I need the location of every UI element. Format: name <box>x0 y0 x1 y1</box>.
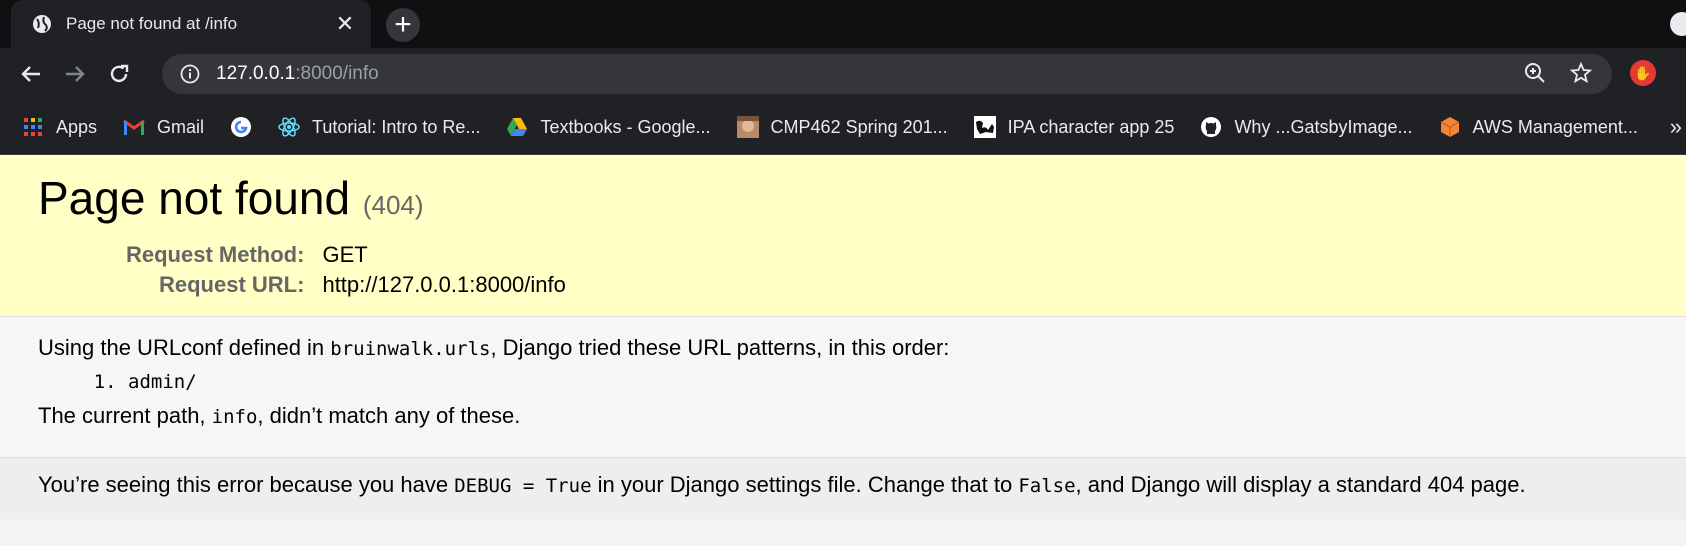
google-drive-icon <box>506 116 528 138</box>
meta-value: GET <box>322 241 368 267</box>
bookmark-label: Tutorial: Intro to Re... <box>312 116 481 137</box>
path-suffix: , didn’t match any of these. <box>257 403 521 428</box>
url-path: :8000/info <box>295 63 379 84</box>
bookmark-label: Textbooks - Google... <box>540 116 711 137</box>
path-prefix: The current path, <box>38 403 212 428</box>
zoom-icon[interactable] <box>1524 62 1546 89</box>
star-icon[interactable] <box>1569 61 1593 89</box>
browser-chrome: Page not found at /info ✕ + 127.0.0.1:80… <box>0 0 1686 155</box>
table-row: Request Method: GET <box>126 240 566 270</box>
bookmark-gatsby[interactable]: Why ...GatsbyImage... <box>1200 116 1413 138</box>
bookmark-textbooks[interactable]: Textbooks - Google... <box>506 116 711 138</box>
omnibox-actions <box>1524 61 1593 89</box>
bookmark-aws[interactable]: AWS Management... <box>1439 116 1638 138</box>
tab-search-button[interactable] <box>1670 12 1686 36</box>
bookmark-react-tutorial[interactable]: Tutorial: Intro to Re... <box>278 116 480 138</box>
back-button[interactable] <box>14 57 48 91</box>
reload-button[interactable] <box>102 57 136 91</box>
bookmark-ipa[interactable]: IPA character app 25 <box>973 116 1175 138</box>
urlconf-suffix: , Django tried these URL patterns, in th… <box>490 335 950 360</box>
bookmarks-bar: Apps Gmail Tutorial: Intro to Re... Text… <box>0 100 1686 155</box>
bookmark-label: Why ...GatsbyImage... <box>1234 116 1413 137</box>
bookmark-label: Apps <box>56 116 98 137</box>
bookmark-gmail[interactable]: Gmail <box>123 116 204 138</box>
debug-code: DEBUG = True <box>454 475 592 497</box>
toolbar: 127.0.0.1:8000/info ✋ <box>0 48 1686 100</box>
bookmark-apps[interactable]: Apps <box>22 116 97 138</box>
debug-suffix: , and Django will display a standard 404… <box>1075 472 1526 497</box>
url-patterns-info: Using the URLconf defined in bruinwalk.u… <box>0 317 1686 458</box>
error-summary: Page not found (404) Request Method: GET… <box>0 155 1686 317</box>
url-pattern-list: admin/ <box>38 371 1648 393</box>
globe-icon <box>32 14 52 34</box>
forward-button[interactable] <box>58 57 92 91</box>
request-meta-table: Request Method: GET Request URL: http://… <box>126 240 566 300</box>
address-bar[interactable]: 127.0.0.1:8000/info <box>162 54 1612 94</box>
bookmark-label: CMP462 Spring 201... <box>770 116 948 137</box>
status-code: (404) <box>362 190 424 220</box>
aws-icon <box>1439 116 1461 138</box>
bookmarks-overflow-button[interactable]: » <box>1670 114 1682 140</box>
tab-title: Page not found at /info <box>66 14 238 33</box>
address-url: 127.0.0.1:8000/info <box>216 63 379 85</box>
debug-false: False <box>1018 475 1076 497</box>
arrow-right-icon <box>66 66 85 82</box>
tab-strip: Page not found at /info ✕ + <box>0 0 1686 48</box>
bookmark-google[interactable] <box>230 116 252 138</box>
meta-label: Request Method: <box>126 241 305 267</box>
path-value: info <box>211 406 258 428</box>
bookmark-cmp462[interactable]: CMP462 Spring 201... <box>736 116 948 138</box>
current-path-line: The current path, info, didn’t match any… <box>38 403 1648 429</box>
new-tab-button[interactable]: + <box>386 8 420 42</box>
reload-icon <box>110 64 129 83</box>
table-row: Request URL: http://127.0.0.1:8000/info <box>126 270 566 300</box>
react-icon <box>278 116 300 138</box>
page-title-text: Page not found <box>38 172 351 224</box>
close-icon[interactable]: ✕ <box>331 10 359 38</box>
arrow-left-icon <box>21 66 40 82</box>
info-icon[interactable] <box>178 62 202 86</box>
github-icon <box>1200 116 1222 138</box>
urlconf-module: bruinwalk.urls <box>330 338 491 360</box>
urlconf-line: Using the URLconf defined in bruinwalk.u… <box>38 335 1648 361</box>
apps-grid-icon <box>22 116 44 138</box>
adblock-extension-icon[interactable]: ✋ <box>1630 60 1656 86</box>
google-icon <box>230 116 252 138</box>
debug-explanation: You’re seeing this error because you hav… <box>0 458 1686 519</box>
list-item: admin/ <box>128 371 1648 393</box>
urlconf-prefix: Using the URLconf defined in <box>38 335 331 360</box>
debug-prefix: You’re seeing this error because you hav… <box>38 472 455 497</box>
bookmark-label: AWS Management... <box>1472 116 1638 137</box>
bookmark-label: IPA character app 25 <box>1007 116 1175 137</box>
page-title: Page not found (404) <box>38 173 1648 224</box>
url-host: 127.0.0.1 <box>216 63 296 84</box>
meta-value: http://127.0.0.1:8000/info <box>322 271 566 297</box>
map-icon <box>973 116 996 138</box>
meta-label: Request URL: <box>159 271 305 297</box>
photo-icon <box>736 116 759 138</box>
bookmark-label: Gmail <box>157 116 205 137</box>
gmail-icon <box>123 116 145 138</box>
debug-mid: in your Django settings file. Change tha… <box>591 472 1019 497</box>
tab-active[interactable]: Page not found at /info ✕ <box>11 0 371 48</box>
